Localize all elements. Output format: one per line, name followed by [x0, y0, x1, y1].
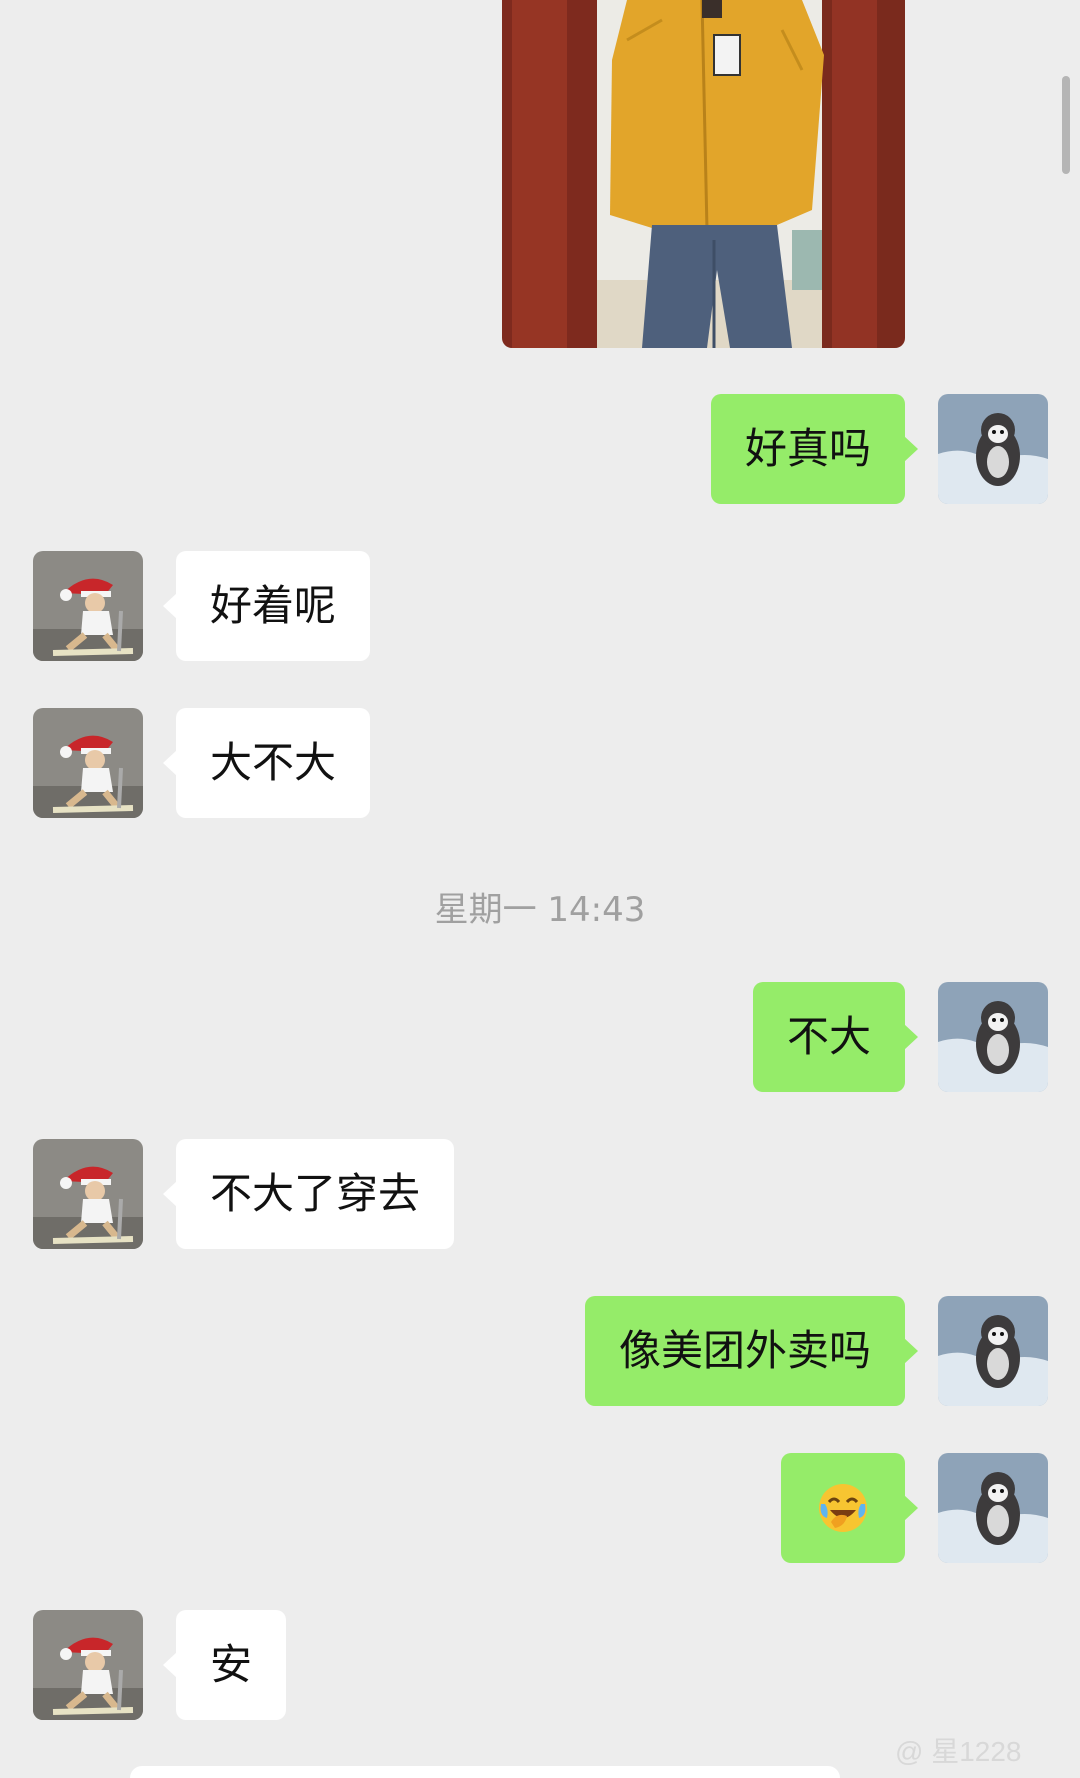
message-bubble-sent-emoji[interactable]: [781, 1453, 918, 1563]
penguin-avatar-icon: [938, 982, 1048, 1092]
my-avatar[interactable]: [938, 1296, 1048, 1406]
message-bubble-received[interactable]: 安: [162, 1610, 287, 1720]
santa-hat-kid-avatar-icon: [33, 1139, 143, 1249]
message-bubble-received[interactable]: 大不大: [162, 708, 371, 818]
message-text: 不大了穿去: [210, 1169, 421, 1218]
their-avatar[interactable]: [33, 1139, 143, 1249]
message-bubble-received[interactable]: 好着呢: [162, 551, 371, 661]
face-with-tears-of-joy-icon: [819, 1483, 867, 1532]
message-text: 安: [210, 1640, 253, 1689]
message-text: 像美团外卖吗: [618, 1326, 871, 1375]
input-bar[interactable]: [130, 1766, 840, 1778]
message-text: 大不大: [210, 738, 337, 787]
their-avatar[interactable]: [33, 708, 143, 818]
my-avatar[interactable]: [938, 982, 1048, 1092]
penguin-avatar-icon: [938, 1296, 1048, 1406]
santa-hat-kid-avatar-icon: [33, 1610, 143, 1720]
message-text: 好真吗: [744, 424, 871, 473]
message-text: 不大: [786, 1012, 871, 1061]
message-bubble-sent[interactable]: 像美团外卖吗: [584, 1296, 919, 1406]
santa-hat-kid-avatar-icon: [33, 708, 143, 818]
message-text: 好着呢: [210, 581, 337, 630]
penguin-avatar-icon: [938, 1453, 1048, 1563]
their-avatar[interactable]: [33, 551, 143, 661]
my-avatar[interactable]: [938, 394, 1048, 504]
scrollbar[interactable]: [1062, 76, 1070, 174]
photo-message[interactable]: [502, 0, 905, 348]
chat-view: 好真吗 好着呢 大不大 星期一 14:43 不大 不大了穿去 像美团外卖吗 安 …: [0, 0, 1080, 1778]
their-avatar[interactable]: [33, 1610, 143, 1720]
timestamp: 星期一 14:43: [434, 890, 646, 930]
santa-hat-kid-avatar-icon: [33, 551, 143, 661]
message-bubble-sent[interactable]: 好真吗: [710, 394, 919, 504]
watermark: @ 星1228: [895, 1736, 1022, 1767]
message-bubble-received[interactable]: 不大了穿去: [162, 1139, 455, 1249]
penguin-avatar-icon: [938, 394, 1048, 504]
my-avatar[interactable]: [938, 1453, 1048, 1563]
photo-image: [502, 0, 905, 348]
message-bubble-sent[interactable]: 不大: [752, 982, 919, 1092]
